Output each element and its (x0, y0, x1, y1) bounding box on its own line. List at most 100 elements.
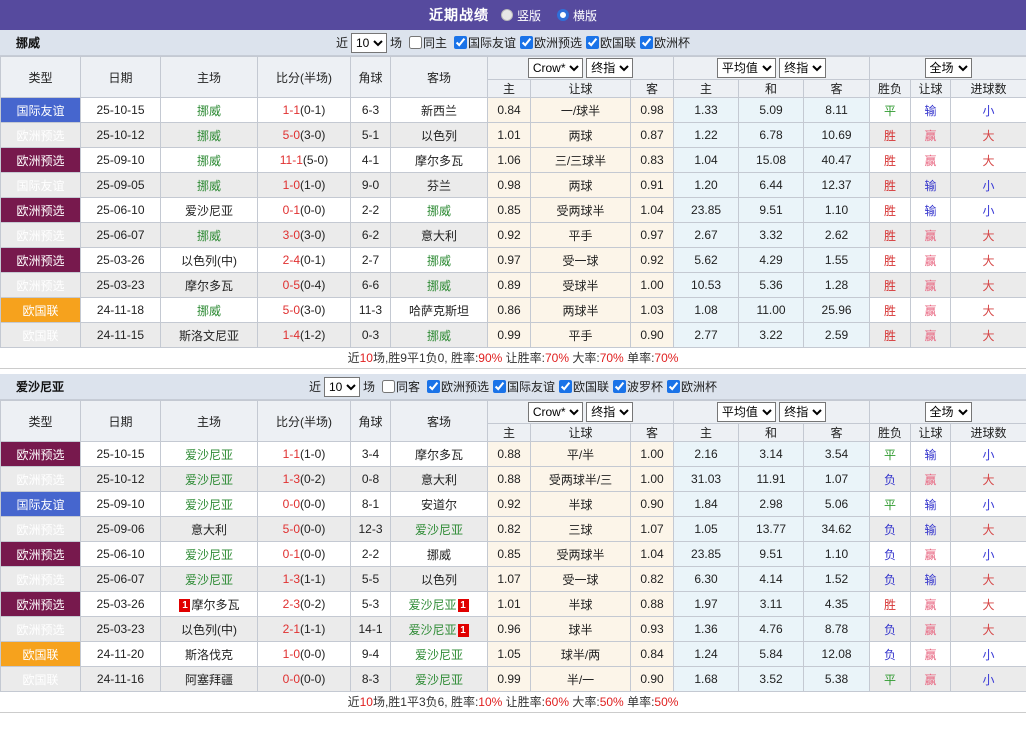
avg-source-select[interactable]: 平均值 (716, 58, 776, 78)
summary-segment: 70% (599, 351, 624, 365)
result-wdl: 负 (869, 516, 912, 542)
home-team: 爱沙尼亚 (160, 541, 258, 567)
competition-checkbox[interactable] (426, 380, 440, 393)
result-handicap: 输 (910, 441, 952, 467)
layout-option-landscape[interactable]: 横版 (557, 7, 597, 24)
avg-draw: 3.52 (738, 666, 805, 692)
avg-away: 2.62 (803, 222, 871, 248)
section-summary: 近10场,胜9平1负0, 胜率:90% 让胜率:70% 大率:70% 单率:70… (0, 348, 1026, 369)
competition-checkbox[interactable] (559, 380, 573, 393)
result-goals: 大 (950, 566, 1026, 592)
result-scope-select[interactable]: 全场 (924, 402, 972, 422)
odds-home: 0.92 (487, 491, 531, 517)
away-team: 挪威 (390, 322, 488, 348)
avg-final-select[interactable]: 终指 (779, 402, 827, 422)
same-venue-filter[interactable]: 同客 (378, 378, 420, 395)
competition-checkbox[interactable] (667, 380, 681, 393)
away-team: 爱沙尼亚 1 (390, 616, 488, 642)
handicap-line: 平手 (530, 222, 631, 248)
competition-filter[interactable]: 欧洲杯 (663, 378, 717, 395)
odds-group-header: Crow* 终指 (486, 400, 675, 424)
result-handicap: 输 (910, 172, 952, 198)
corner-count: 2-2 (350, 197, 391, 223)
away-team: 爱沙尼亚 (390, 666, 488, 692)
full-time-score: 11-1 (279, 153, 303, 167)
corner-count: 5-3 (350, 591, 391, 617)
red-card-icon: 1 (457, 598, 469, 612)
same-venue-checkbox[interactable] (408, 36, 422, 49)
avg-source-select[interactable]: 平均值 (716, 402, 776, 422)
away-team: 意大利 (390, 222, 488, 248)
avg-draw: 3.14 (738, 441, 805, 467)
competition-filter[interactable]: 欧国联 (555, 378, 609, 395)
odds-away: 1.00 (629, 466, 675, 492)
col-odds-home: 主 (487, 423, 531, 442)
home-team-name: 阿塞拜疆 (184, 672, 233, 687)
col-home: 主场 (160, 56, 258, 98)
away-team: 新西兰 (390, 97, 488, 123)
full-time-score: 1-1 (282, 447, 300, 461)
home-team: 以色列(中) (160, 247, 258, 273)
radio-selected-icon[interactable] (557, 9, 569, 21)
result-handicap: 输 (910, 197, 952, 223)
away-team-name: 以色列 (420, 572, 457, 587)
result-handicap: 赢 (910, 147, 952, 173)
competition-filter[interactable]: 欧洲杯 (636, 34, 690, 51)
odds-final-select[interactable]: 终指 (586, 402, 634, 422)
result-goals: 大 (950, 222, 1026, 248)
competition-filter[interactable]: 欧洲预选 (423, 378, 489, 395)
result-wdl: 胜 (869, 172, 912, 198)
score: 2-3(0-2) (257, 591, 351, 617)
type-badge: 国际友谊 (0, 97, 81, 123)
match-row: 欧洲预选 25-03-26 1 摩尔多瓦 2-3(0-2) 5-3 爱沙尼亚 1 1.01 半球 0… (0, 591, 1026, 617)
col-date: 日期 (80, 400, 161, 442)
result-wdl: 负 (869, 566, 912, 592)
away-team-name: 新西兰 (420, 103, 457, 118)
half-time-score: (0-1) (300, 253, 326, 267)
home-team-name: 爱沙尼亚 (184, 547, 233, 562)
games-label: 场 (362, 380, 375, 394)
competition-filter[interactable]: 欧洲预选 (516, 34, 582, 51)
radio-unselected-icon[interactable] (500, 9, 513, 21)
avg-group-header: 平均值 终指 (673, 56, 871, 80)
competition-checkbox[interactable] (520, 36, 533, 49)
odds-home: 0.88 (487, 441, 531, 467)
layout-option-portrait[interactable]: 竖版 (500, 7, 541, 24)
odds-home: 1.01 (487, 122, 531, 148)
home-team-name: 摩尔多瓦 (184, 278, 233, 293)
avg-final-select[interactable]: 终指 (779, 58, 827, 78)
home-team: 爱沙尼亚 (160, 197, 258, 223)
recent-count-select[interactable]: 10 (350, 32, 387, 53)
result-goals: 小 (950, 441, 1026, 467)
competition-checkbox[interactable] (453, 36, 467, 49)
same-venue-checkbox[interactable] (381, 380, 395, 393)
competition-filter[interactable]: 国际友谊 (489, 378, 555, 395)
corner-count: 4-1 (350, 147, 391, 173)
odds-source-select[interactable]: Crow* (527, 58, 583, 78)
away-team-name: 安道尔 (420, 497, 457, 512)
home-team-name: 挪威 (196, 228, 221, 243)
competition-checkbox[interactable] (640, 36, 654, 49)
team-name: 爱沙尼亚 (16, 380, 65, 394)
competition-checkbox[interactable] (613, 380, 627, 393)
result-wdl: 胜 (869, 122, 912, 148)
half-time-score: (0-2) (300, 597, 326, 611)
odds-source-select[interactable]: Crow* (527, 402, 583, 422)
odds-home: 0.98 (487, 172, 531, 198)
competition-filter[interactable]: 波罗杯 (609, 378, 663, 395)
competition-checkbox[interactable] (586, 36, 600, 49)
result-goals: 小 (950, 641, 1026, 667)
home-team-name: 斯洛伐克 (184, 647, 233, 662)
competition-checkbox[interactable] (493, 380, 506, 393)
odds-final-select[interactable]: 终指 (586, 58, 634, 78)
col-handicap-result: 让球 (910, 423, 952, 442)
away-team: 以色列 (390, 122, 488, 148)
result-scope-select[interactable]: 全场 (924, 58, 972, 78)
competition-label: 国际友谊 (507, 380, 556, 394)
result-wdl: 负 (869, 541, 912, 567)
recent-count-select[interactable]: 10 (323, 376, 360, 397)
competition-filter[interactable]: 欧国联 (582, 34, 636, 51)
same-venue-filter[interactable]: 同主 (405, 34, 447, 51)
type-badge: 欧国联 (0, 297, 81, 323)
competition-filter[interactable]: 国际友谊 (450, 34, 516, 51)
